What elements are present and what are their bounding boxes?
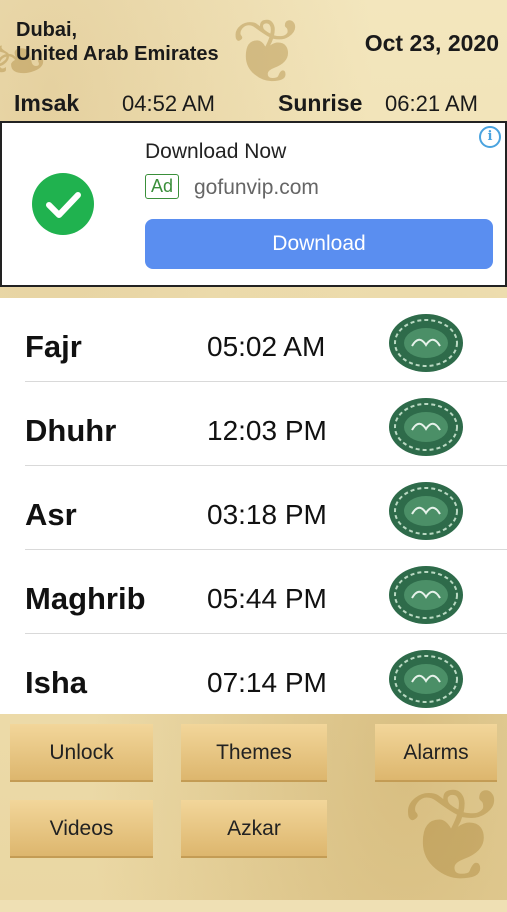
check-icon <box>32 173 94 235</box>
prayer-name: Isha <box>25 665 88 700</box>
prayer-time: 07:14 PM <box>207 667 327 698</box>
sunrise-time: 06:21 AM <box>385 91 478 116</box>
ad-title[interactable]: Download Now <box>145 140 286 164</box>
allah-emblem-icon[interactable] <box>387 480 465 542</box>
prayer-time: 05:02 AM <box>207 331 326 362</box>
ad-url[interactable]: gofunvip.com <box>194 176 319 200</box>
info-icon[interactable]: i <box>479 126 501 148</box>
prayer-row-fajr[interactable]: Fajr 05:02 AM <box>0 298 507 382</box>
prayer-name: Maghrib <box>25 581 146 616</box>
imsak-label: Imsak <box>14 90 80 116</box>
header: Dubai, United Arab Emirates Oct 23, 2020… <box>0 0 507 120</box>
prayer-row-maghrib[interactable]: Maghrib 05:44 PM <box>0 550 507 634</box>
prayer-name: Dhuhr <box>25 413 117 448</box>
location: Dubai, United Arab Emirates <box>16 18 219 66</box>
date-label: Oct 23, 2020 <box>364 30 499 56</box>
videos-button[interactable]: Videos <box>10 800 153 858</box>
alarms-button[interactable]: Alarms <box>375 724 497 782</box>
allah-emblem-icon[interactable] <box>387 312 465 374</box>
sunrise-label: Sunrise <box>278 90 363 116</box>
allah-emblem-icon[interactable] <box>387 648 465 710</box>
allah-emblem-icon[interactable] <box>387 564 465 626</box>
floral-ornament-bottom: ❦ <box>400 760 507 912</box>
ad-download-button[interactable]: Download <box>145 219 493 269</box>
prayer-row-isha[interactable]: Isha 07:14 PM <box>0 634 507 718</box>
ad-badge: Ad <box>145 174 180 199</box>
unlock-button[interactable]: Unlock <box>10 724 153 782</box>
city-name: Dubai, <box>16 19 78 41</box>
prayer-row-dhuhr[interactable]: Dhuhr 12:03 PM <box>0 382 507 466</box>
themes-button[interactable]: Themes <box>181 724 327 782</box>
ad-banner[interactable]: i Download Now Ad gofunvip.com Download <box>0 121 507 287</box>
prayer-time: 03:18 PM <box>207 499 327 530</box>
prayer-time: 12:03 PM <box>207 415 327 446</box>
allah-emblem-icon[interactable] <box>387 396 465 458</box>
country-name: United Arab Emirates <box>16 43 219 65</box>
azkar-button[interactable]: Azkar <box>181 800 327 858</box>
prayer-times-list: Fajr 05:02 AM Dhuhr 12:03 PM Asr 03:18 P… <box>0 298 507 714</box>
prayer-name: Asr <box>25 497 77 532</box>
prayer-time: 05:44 PM <box>207 583 327 614</box>
prayer-row-asr[interactable]: Asr 03:18 PM <box>0 466 507 550</box>
imsak-time: 04:52 AM <box>122 91 215 116</box>
prayer-name: Fajr <box>25 329 82 364</box>
